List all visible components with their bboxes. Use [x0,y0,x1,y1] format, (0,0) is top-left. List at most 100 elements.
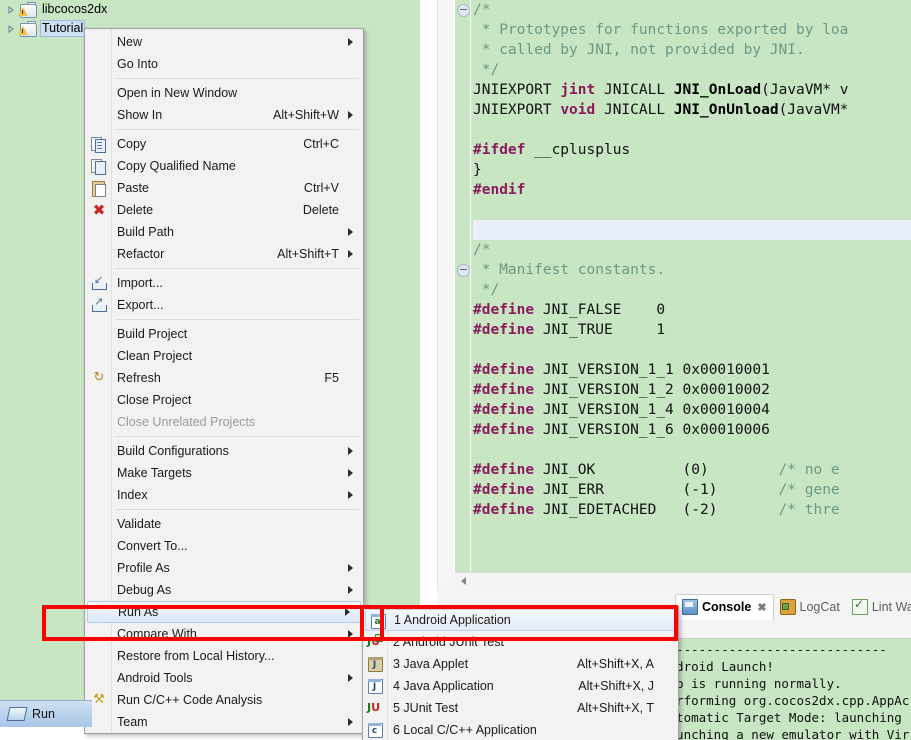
menu-item-team[interactable]: Team [85,711,363,733]
menu-item-android-tools[interactable]: Android Tools [85,667,363,689]
code-token: #define [473,482,535,498]
menu-item-open-in-new-window[interactable]: Open in New Window [85,82,363,104]
menu-item-import[interactable]: ↙ Import... [85,272,363,294]
code-line: JNIEXPORT jint JNICALL JNI_OnLoad(JavaVM… [473,80,911,100]
fold-toggle-icon[interactable] [457,264,470,277]
code-token: #endif [473,182,526,198]
code-token: */ [473,62,500,78]
code-line: #define JNI_EDETACHED (-2) /* thre [473,500,911,520]
copy-icon [91,136,107,153]
menu-item-label: Export... [117,298,164,312]
code-token: /* [473,2,491,18]
menu-item-delete[interactable]: ✖ Delete Delete [85,199,363,221]
taskbar-item-run[interactable]: Run [0,700,92,727]
menu-item-index[interactable]: Index [85,484,363,506]
run-as-submenu[interactable]: a 1 Android Application JU 2 Android JUnit … [362,606,679,740]
submenu-item-3-java-applet[interactable]: J 3 Java Applet Alt+Shift+X, A [363,653,678,675]
submenu-item-1-android-application[interactable]: a 1 Android Application [365,609,676,631]
menu-item-close-project[interactable]: Close Project [85,389,363,411]
code-line: #ifdef __cplusplus [473,140,911,160]
menu-item-accelerator: Ctrl+V [303,181,339,195]
menu-item-new[interactable]: New [85,31,363,53]
copy-qualified-icon [91,158,107,175]
menu-item-build-project[interactable]: Build Project [85,323,363,345]
menu-item-build-configurations[interactable]: Build Configurations [85,440,363,462]
menu-item-accelerator: Delete [302,203,339,217]
menu-item-clean-project[interactable]: Clean Project [85,345,363,367]
menu-item-paste[interactable]: Paste Ctrl+V [85,177,363,199]
menu-item-profile-as[interactable]: Profile As [85,557,363,579]
menu-item-make-targets[interactable]: Make Targets [85,462,363,484]
menu-item-validate[interactable]: Validate [85,513,363,535]
code-line: * Manifest constants. [473,260,911,280]
code-line: #define JNI_VERSION_1_1 0x00010001 [473,360,911,380]
code-token: __cplusplus [525,142,631,158]
menu-item-copy-qualified-name[interactable]: Copy Qualified Name [85,155,363,177]
code-token: /* [473,242,491,258]
menu-item-build-path[interactable]: Build Path [85,221,363,243]
console-output[interactable]: ------------------------------ Android La… [654,638,911,740]
menu-separator [115,319,359,320]
menu-item-label: Convert To... [117,539,188,553]
menu-item-accelerator: Alt+Shift+T [277,247,339,261]
menu-item-go-into[interactable]: Go Into [85,53,363,75]
console-line: Android Launch! [661,659,774,674]
scroll-left-arrow-icon[interactable] [461,577,466,585]
submenu-item-4-java-application[interactable]: J 4 Java Application Alt+Shift+X, J [363,675,678,697]
menu-item-show-in[interactable]: Show In Alt+Shift+W [85,104,363,126]
menu-separator [115,78,359,79]
expand-arrow-icon[interactable] [4,24,18,33]
submenu-arrow-icon [343,491,353,499]
tree-item-libcocos2dx[interactable]: libcocos2dx [0,0,420,19]
menu-item-convert-to[interactable]: Convert To... [85,535,363,557]
editor-horizontal-scrollbar[interactable] [455,572,911,591]
submenu-item-2-android-junit-test[interactable]: JU 2 Android JUnit Test [363,631,678,653]
submenu-item-accelerator: Alt+Shift+X, J [578,679,654,693]
project-context-menu[interactable]: New Go Into Open in New Window Show In Alt+S… [84,28,364,734]
menu-item-compare-with[interactable]: Compare With [85,623,363,645]
menu-item-debug-as[interactable]: Debug As [85,579,363,601]
run-as-submenu-items: a 1 Android Application JU 2 Android JUnit … [363,609,678,740]
code-token: #define [473,422,535,438]
code-token: JNI_FALSE 0 [534,302,666,318]
menu-item-run-as[interactable]: Run As [87,601,361,623]
code-token: jint [560,82,596,98]
code-line: #define JNI_ERR (-1) /* gene [473,480,911,500]
submenu-item-5-junit-test[interactable]: JU 5 JUnit Test Alt+Shift+X, T [363,697,678,719]
android-app-icon: a [370,613,386,629]
fold-toggle-icon[interactable] [457,4,470,17]
submenu-item-label: 3 Java Applet [393,657,469,671]
source-editor[interactable]: /* * Prototypes for functions exported b… [455,0,911,572]
code-token: JNI_VERSION_1_2 0x00010002 [534,382,770,398]
code-token: (JavaVM* v [761,82,849,98]
menu-item-export[interactable]: ↗ Export... [85,294,363,316]
menu-item-label: Restore from Local History... [117,649,275,663]
tab-label: Console [702,600,752,614]
tab-logcat[interactable]: LogCat [774,595,846,620]
menu-item-label: Build Project [117,327,188,341]
menu-item-label: Profile As [117,561,170,575]
tab-console[interactable]: Console ✖ [675,594,774,620]
submenu-arrow-icon [343,630,353,638]
code-line: #define JNI_FALSE 0 [473,300,911,320]
close-icon[interactable]: ✖ [757,601,766,614]
code-token: JNIEXPORT [473,82,561,98]
tab-lint-war[interactable]: Lint War [846,595,911,620]
submenu-item-label: 5 JUnit Test [393,701,459,715]
code-token: #define [473,382,535,398]
menu-item-refresh[interactable]: ↻ Refresh F5 [85,367,363,389]
menu-item-label: Show In [117,108,163,122]
menu-item-run-c-c-code-analysis[interactable]: ⚒ Run C/C++ Code Analysis [85,689,363,711]
expand-arrow-icon[interactable] [4,5,18,14]
menu-item-label: Validate [117,517,162,531]
editor-folding-gutter[interactable] [455,0,471,572]
menu-item-refactor[interactable]: Refactor Alt+Shift+T [85,243,363,265]
menu-item-copy[interactable]: Copy Ctrl+C [85,133,363,155]
code-line: #define JNI_OK (0) /* no e [473,460,911,480]
submenu-item-6-local-c-c-application[interactable]: c 6 Local C/C++ Application [363,719,678,740]
code-token: JNI_OnUnload [673,102,779,118]
submenu-arrow-icon [343,586,353,594]
menu-item-restore-from-local-history[interactable]: Restore from Local History... [85,645,363,667]
code-token: JNI_TRUE 1 [534,322,666,338]
lint-icon [851,597,868,615]
